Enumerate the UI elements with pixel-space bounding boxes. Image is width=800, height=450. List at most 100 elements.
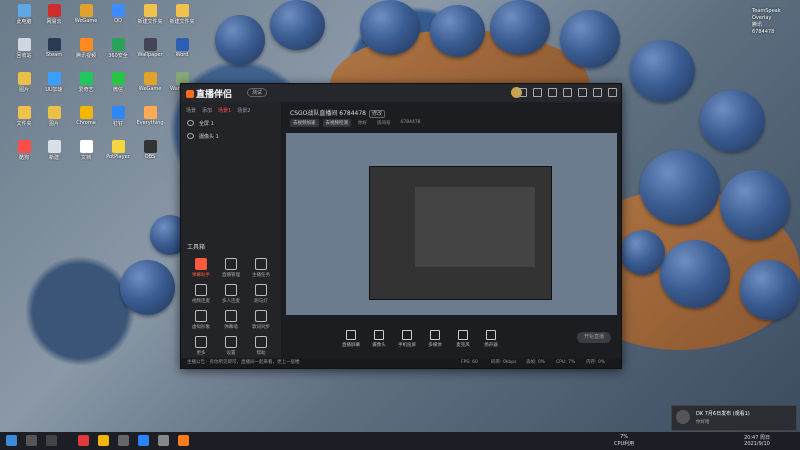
cpu-meter[interactable]: 7% CPU利用: [614, 434, 634, 447]
tool-button[interactable]: 多人连麦: [216, 284, 246, 304]
tool-button[interactable]: 弹幕墙: [216, 310, 246, 330]
desktop-icon[interactable]: WeGame: [136, 72, 164, 92]
source-button[interactable]: 扬声器: [477, 330, 505, 348]
task-view-icon[interactable]: [46, 435, 57, 446]
search-icon[interactable]: [26, 435, 37, 446]
blueberry: [640, 150, 720, 225]
app-icon: [79, 72, 93, 85]
shop-icon[interactable]: [548, 88, 557, 97]
blueberry: [490, 0, 550, 55]
desktop-icon[interactable]: QQ: [104, 4, 132, 24]
desktop-icon[interactable]: 360安全: [104, 38, 132, 59]
tool-button[interactable]: 跑马灯: [246, 284, 276, 304]
title-bar[interactable]: 直播伴侣 测试: [181, 84, 621, 102]
tool-button[interactable]: 设置: [216, 336, 246, 356]
tool-button[interactable]: 直播管理: [216, 258, 246, 278]
clock[interactable]: 20:47 周日 2021/9/10: [744, 434, 770, 447]
app-icon: [175, 38, 189, 51]
desktop-icon[interactable]: Steam: [40, 38, 68, 58]
desktop-icon[interactable]: 此电脑: [10, 4, 38, 25]
scene-item[interactable]: 全屏 1: [181, 117, 281, 130]
livestream-taskbar-icon[interactable]: [178, 435, 189, 446]
app-icon: [111, 106, 125, 119]
gift-icon[interactable]: [533, 88, 542, 97]
desktop-icon[interactable]: Everything: [136, 106, 164, 126]
edit-room-button[interactable]: 修改: [369, 110, 386, 118]
desktop-icon-label: QQ: [114, 18, 122, 24]
tab-scene2[interactable]: 场景2: [237, 107, 250, 114]
tool-button[interactable]: 更多: [186, 336, 216, 356]
message-icon[interactable]: [518, 88, 527, 97]
tab-scene[interactable]: 场景: [186, 107, 196, 114]
close-icon[interactable]: [608, 88, 617, 97]
desktop-icon[interactable]: 新建文件夹: [136, 4, 164, 25]
desktop-icon-label: 360安全: [108, 53, 128, 59]
source-button[interactable]: 麦克风: [449, 330, 477, 348]
clock-time: 20:47 周日: [744, 435, 770, 441]
source-icon: [402, 330, 412, 340]
source-label: 手机投屏: [398, 343, 416, 348]
desktop-icon[interactable]: 新建: [40, 140, 68, 161]
desktop-icon-label: 图片: [48, 121, 59, 127]
desktop-icon[interactable]: 文档: [72, 140, 100, 161]
chip: 房间号: [377, 121, 391, 126]
desktop-icon-label: 爱奇艺: [78, 87, 94, 93]
desktop-icon[interactable]: 文件夹: [10, 106, 38, 127]
scene-item[interactable]: 摄像头 1: [181, 130, 281, 143]
tab-scene1[interactable]: 场景1: [218, 107, 231, 114]
desktop-icon[interactable]: 图片: [10, 72, 38, 93]
start-live-button[interactable]: 开始直播: [577, 332, 611, 343]
chrome-taskbar-icon[interactable]: [98, 435, 109, 446]
stream-preview[interactable]: [286, 133, 617, 315]
desktop-icon[interactable]: 微信: [104, 72, 132, 93]
desktop-icon[interactable]: PotPlayer: [104, 140, 132, 160]
desktop-icon[interactable]: 酷狗: [10, 140, 38, 161]
notification-toast[interactable]: DK 7月6日发布 (观看1) 你好哈: [671, 405, 797, 431]
tool-button[interactable]: 视频连麦: [186, 284, 216, 304]
desktop-icon[interactable]: Wallpaper: [136, 38, 164, 58]
source-button[interactable]: 摄像头: [365, 330, 393, 348]
chip[interactable]: 去视频加速: [290, 119, 319, 127]
version-badge[interactable]: 测试: [247, 88, 268, 97]
desktop-icon[interactable]: Word: [168, 38, 196, 58]
tool-button[interactable]: 主播任务: [246, 258, 276, 278]
windows-start-icon[interactable]: [6, 435, 17, 446]
app-icon: [143, 38, 157, 51]
desktop-icon[interactable]: OBS: [136, 140, 164, 160]
source-button[interactable]: 手机投屏: [393, 330, 421, 348]
tool-button[interactable]: 虚拟形象: [186, 310, 216, 330]
maximize-icon[interactable]: [593, 88, 602, 97]
chip[interactable]: 去视频检测: [322, 119, 351, 127]
tool-button[interactable]: 歌词同步: [246, 310, 276, 330]
eye-icon[interactable]: [187, 133, 194, 139]
source-button[interactable]: 多媒体: [421, 330, 449, 348]
desktop-icon[interactable]: 钉钉: [104, 106, 132, 127]
desktop-card[interactable]: TeamSpeak Overlay 腾讯 6784478: [752, 8, 790, 56]
source-button[interactable]: 直播屏幕: [337, 330, 365, 348]
app-icon: [17, 140, 31, 153]
eye-icon[interactable]: [187, 120, 194, 126]
cpu-label: CPU利用: [614, 441, 635, 447]
desktop-icon[interactable]: 腾讯视频: [72, 38, 100, 59]
tab-add[interactable]: 添加: [202, 107, 212, 114]
menu-icon[interactable]: [563, 88, 572, 97]
desktop-icon[interactable]: 图片: [40, 106, 68, 127]
tool-button[interactable]: 帮助: [246, 336, 276, 356]
desktop-icon[interactable]: 新建文件夹: [168, 4, 196, 25]
desktop-icon[interactable]: 网易云: [40, 4, 68, 25]
netease-taskbar-icon[interactable]: [78, 435, 89, 446]
source-icon: [374, 330, 384, 340]
qq-taskbar-icon[interactable]: [138, 435, 149, 446]
avatar: [676, 410, 690, 424]
minimize-icon[interactable]: [578, 88, 587, 97]
desktop-icon[interactable]: WeGame: [72, 4, 100, 24]
app-icon: [143, 72, 157, 85]
explorer-taskbar-icon[interactable]: [158, 435, 169, 446]
app-icon: [17, 4, 31, 17]
desktop-icon[interactable]: Chrome: [72, 106, 100, 126]
desktop-icon[interactable]: 回收站: [10, 38, 38, 59]
desktop-icon[interactable]: UU加速: [40, 72, 68, 93]
desktop-icon[interactable]: 爱奇艺: [72, 72, 100, 93]
tool-button[interactable]: 弹幕助手: [186, 258, 216, 278]
settings-taskbar-icon[interactable]: [118, 435, 129, 446]
